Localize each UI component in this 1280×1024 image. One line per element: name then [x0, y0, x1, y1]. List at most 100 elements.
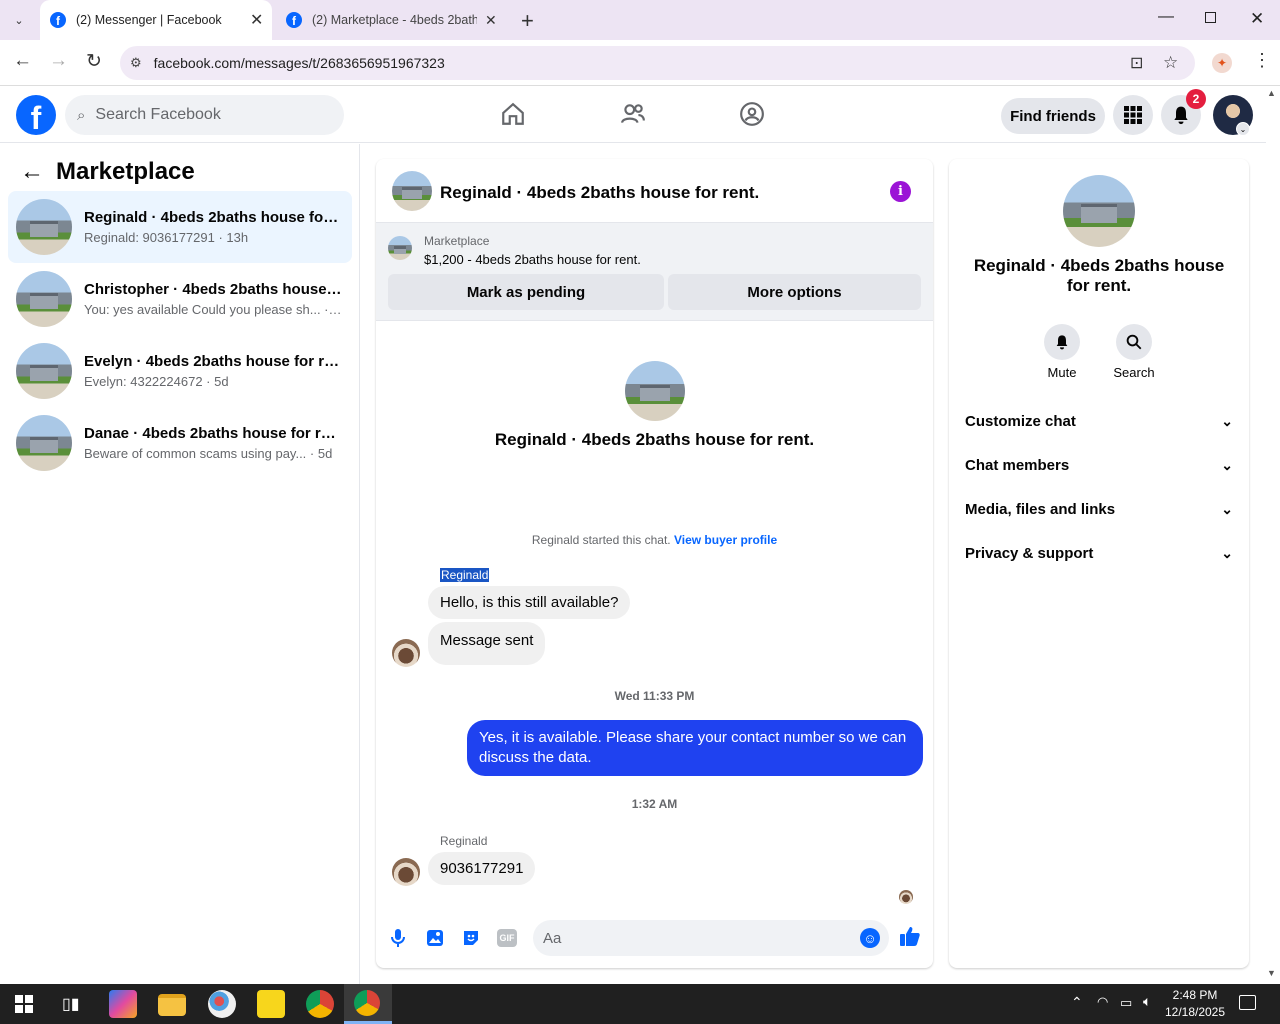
marketplace-conversation-list: ← Marketplace Reginald · 4beds 2baths ho… [0, 144, 360, 984]
listing-label: Marketplace [424, 234, 490, 248]
notification-center-icon[interactable] [1239, 995, 1256, 1010]
tray-overflow-icon[interactable]: ⌃ [1071, 994, 1083, 1011]
back-icon[interactable]: ← [13, 50, 32, 72]
menu-grid-icon[interactable] [1113, 95, 1153, 135]
intro-title: Reginald · 4beds 2baths house for rent. [494, 430, 815, 449]
conversation-item[interactable]: Reginald · 4beds 2baths house for rent. … [8, 191, 352, 263]
battery-icon[interactable]: ▭ [1120, 995, 1132, 1011]
conversation-snippet: Beware of common scams using pay... · 5d [84, 446, 333, 461]
search-box[interactable]: ⌕ Search Facebook [65, 95, 344, 135]
friends-icon[interactable] [620, 101, 646, 132]
restore-button[interactable] [1205, 12, 1216, 23]
back-arrow-icon[interactable]: ← [20, 158, 44, 186]
more-options-button[interactable]: More options [668, 274, 921, 310]
gif-icon[interactable]: GIF [497, 929, 517, 947]
composer-bar: GIF Aa ☺ [376, 914, 933, 968]
sticky-notes-icon[interactable] [257, 990, 285, 1018]
read-receipt-avatar [899, 890, 913, 904]
photo-icon[interactable] [425, 928, 445, 953]
forward-icon[interactable]: → [49, 50, 68, 72]
close-tab-icon[interactable]: ✕ [485, 12, 497, 29]
sticker-icon[interactable] [461, 928, 481, 953]
like-thumb-icon[interactable] [899, 925, 921, 952]
tab-search-button[interactable]: ⌄ [8, 9, 30, 31]
sender-avatar[interactable] [392, 858, 420, 886]
message-bubble[interactable]: Message sent [428, 622, 546, 665]
conversation-snippet: You: yes available Could you please sh..… [84, 302, 344, 317]
message-bubble[interactable]: 9036177291 [428, 852, 536, 885]
account-chevron-icon[interactable]: ⌄ [1236, 122, 1250, 136]
info-icon[interactable]: i [890, 181, 911, 202]
tab-marketplace[interactable]: f (2) Marketplace - 4beds 2baths ✕ [278, 0, 510, 40]
chrome-icon[interactable] [306, 990, 334, 1018]
close-window-button[interactable]: ✕ [1250, 9, 1264, 29]
search-label[interactable]: Search [1104, 365, 1164, 380]
clock-date[interactable]: 12/18/2025 [1160, 1005, 1230, 1019]
install-app-icon[interactable]: ⊡ [1130, 53, 1143, 73]
file-explorer-icon[interactable] [158, 994, 186, 1016]
started-text: Reginald started this chat. [531, 533, 671, 547]
home-icon[interactable] [500, 101, 526, 132]
site-info-icon[interactable]: ⚙ [130, 55, 142, 71]
tab-messenger[interactable]: f (2) Messenger | Facebook ✕ [40, 0, 272, 40]
conversation-item[interactable]: Evelyn · 4beds 2baths house for rent. Ev… [8, 335, 352, 407]
media-files-links-section[interactable]: Media, files and links ⌄ [965, 489, 1233, 529]
chat-header: Reginald · 4beds 2baths house for rent. … [376, 159, 933, 223]
message-input[interactable]: Aa [533, 920, 889, 956]
sender-avatar[interactable] [392, 639, 420, 667]
copilot-icon[interactable] [109, 990, 137, 1018]
conversation-item[interactable]: Christopher · 4beds 2baths house for ren… [8, 263, 352, 335]
microphone-icon[interactable] [390, 928, 406, 953]
windows-start-icon[interactable] [15, 995, 33, 1018]
message-bubble[interactable]: Hello, is this still available? [428, 586, 631, 619]
wifi-icon[interactable]: ◠ [1097, 994, 1108, 1010]
customize-chat-section[interactable]: Customize chat ⌄ [965, 401, 1233, 441]
find-friends-button[interactable]: Find friends [1001, 98, 1105, 134]
facebook-logo[interactable]: f [16, 95, 56, 135]
chevron-down-icon: ⌄ [1221, 412, 1233, 429]
task-view-icon[interactable]: ▯▮ [62, 994, 80, 1014]
mute-label[interactable]: Mute [1032, 365, 1092, 380]
chrome-profile-icon [354, 990, 380, 1016]
chevron-down-icon: ⌄ [1221, 500, 1233, 517]
conversation-title: Danae · 4beds 2baths house for rent. [84, 425, 344, 442]
new-tab-button[interactable]: + [521, 8, 534, 34]
scroll-up-arrow[interactable]: ▲ [1267, 88, 1276, 98]
listing-price-title[interactable]: $1,200 - 4beds 2baths house for rent. [424, 252, 641, 267]
chrome-active-highlight[interactable] [344, 984, 392, 1024]
reload-icon[interactable]: ↻ [86, 50, 102, 73]
paint-icon[interactable] [208, 990, 236, 1018]
bookmark-star-icon[interactable]: ☆ [1163, 53, 1178, 73]
house-thumbnail [16, 199, 72, 255]
emoji-icon[interactable]: ☺ [860, 928, 880, 948]
details-avatar[interactable] [1063, 175, 1135, 247]
address-bar[interactable]: ⚙ facebook.com/messages/t/26836569519673… [120, 46, 1195, 80]
facebook-favicon-icon: f [286, 12, 302, 28]
extension-icon[interactable]: ✦ [1212, 53, 1232, 73]
search-conversation-icon[interactable] [1116, 324, 1152, 360]
minimize-button[interactable]: — [1158, 8, 1174, 26]
groups-icon[interactable] [739, 101, 765, 132]
privacy-support-section[interactable]: Privacy & support ⌄ [965, 533, 1233, 573]
close-tab-icon[interactable]: ✕ [250, 10, 263, 30]
scroll-down-arrow[interactable]: ▼ [1267, 968, 1276, 978]
listing-thumbnail[interactable] [388, 236, 412, 260]
conversation-item[interactable]: Danae · 4beds 2baths house for rent. Bew… [8, 407, 352, 479]
chat-title[interactable]: Reginald · 4beds 2baths house for rent. [440, 183, 759, 203]
view-buyer-profile-link[interactable]: View buyer profile [674, 533, 777, 547]
chat-members-section[interactable]: Chat members ⌄ [965, 445, 1233, 485]
chat-panel: Reginald · 4beds 2baths house for rent. … [376, 159, 933, 968]
section-label: Privacy & support [965, 544, 1094, 562]
clock-time[interactable]: 2:48 PM [1160, 988, 1230, 1002]
mark-as-pending-button[interactable]: Mark as pending [388, 274, 664, 310]
conversation-title: Reginald · 4beds 2baths house for rent. [84, 209, 344, 226]
house-thumbnail [16, 415, 72, 471]
chat-avatar[interactable] [392, 171, 432, 211]
house-thumbnail [16, 343, 72, 399]
intro-avatar[interactable] [625, 361, 685, 421]
my-message-bubble[interactable]: Yes, it is available. Please share your … [467, 720, 923, 776]
browser-menu-icon[interactable]: ⋮ [1253, 50, 1271, 71]
volume-icon[interactable]: 🔈︎ [1143, 993, 1151, 1010]
sender-name: Reginald [440, 834, 488, 848]
mute-bell-icon[interactable] [1044, 324, 1080, 360]
